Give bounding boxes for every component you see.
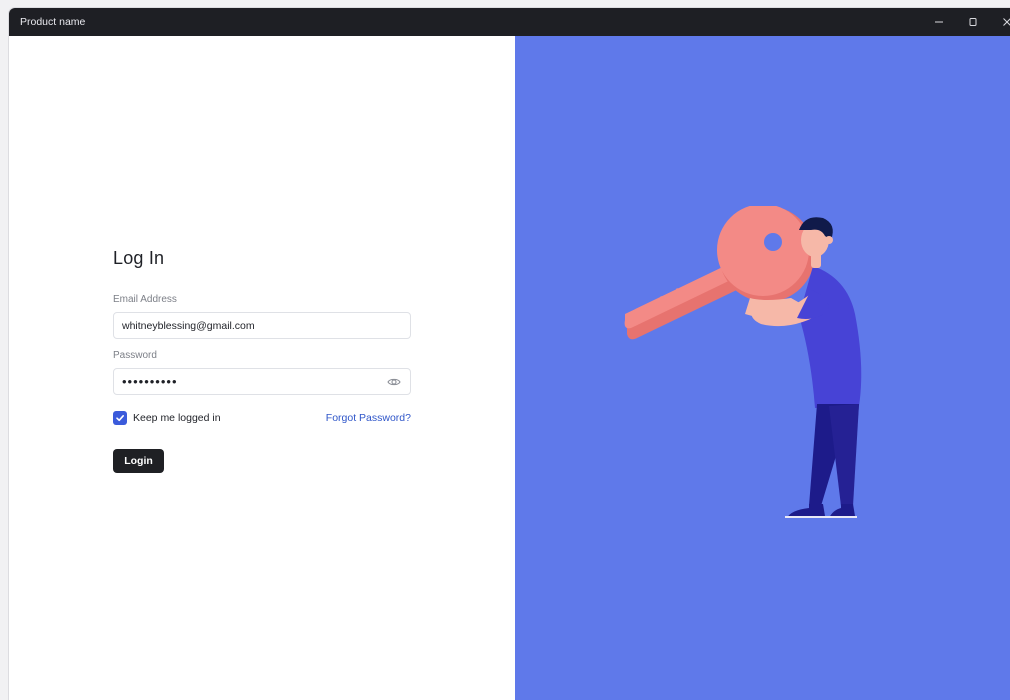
- minimize-button[interactable]: [922, 8, 956, 36]
- email-label: Email Address: [113, 294, 177, 305]
- minimize-icon: [935, 21, 943, 23]
- close-button[interactable]: [990, 8, 1010, 36]
- illustration-panel: [515, 36, 1010, 700]
- email-field-box[interactable]: [113, 312, 411, 339]
- eye-icon: [387, 378, 401, 385]
- login-button[interactable]: Login: [113, 449, 164, 473]
- login-options-row: Keep me logged in Forgot Password?: [113, 410, 411, 426]
- show-password-button[interactable]: [386, 374, 402, 390]
- password-field[interactable]: [122, 369, 386, 394]
- keep-logged-in-checkbox[interactable]: [113, 411, 127, 425]
- login-pane: Log In Email Address Password: [9, 36, 515, 700]
- forgot-password-link[interactable]: Forgot Password?: [326, 412, 411, 424]
- maximize-button[interactable]: [956, 8, 990, 36]
- person-holding-key-icon: [624, 206, 862, 518]
- app-window: Product name Log In Email Address Pas: [9, 8, 1010, 700]
- window-title: Product name: [20, 16, 86, 28]
- login-form: Log In Email Address Password: [113, 248, 411, 473]
- title-bar[interactable]: Product name: [9, 8, 1010, 36]
- password-label: Password: [113, 350, 157, 361]
- page-title: Log In: [113, 248, 165, 268]
- password-field-box[interactable]: [113, 368, 411, 395]
- maximize-icon: [969, 18, 977, 26]
- close-icon: [1003, 18, 1010, 26]
- checkmark-icon: [116, 415, 124, 422]
- keep-logged-in-label[interactable]: Keep me logged in: [133, 412, 221, 424]
- email-field[interactable]: [122, 313, 402, 338]
